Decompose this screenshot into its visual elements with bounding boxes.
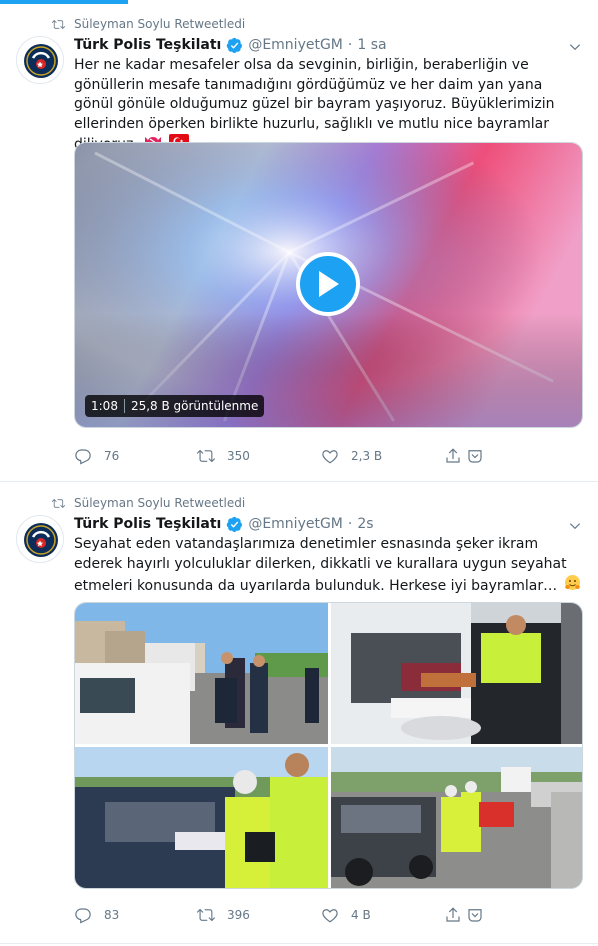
heart-icon (322, 909, 338, 923)
retweet-icon (52, 498, 65, 508)
reply-icon (75, 908, 91, 924)
tweet-timestamp[interactable]: 1 sa (357, 37, 386, 53)
police-checkpoint-photo[interactable] (75, 603, 328, 744)
retweet-button[interactable]: 396 (197, 905, 250, 925)
play-icon (319, 271, 339, 297)
retweet-icon (197, 908, 215, 922)
reply-count: 76 (104, 449, 120, 463)
like-button[interactable]: 2,3 B (321, 446, 382, 466)
tweet-text-body: Seyahat eden vatandaşlarımıza denetimler… (74, 536, 567, 594)
tweet-header: Türk Polis Teşkilatı @EmniyetGM · 1 sa (74, 35, 387, 55)
separator-dot: · (347, 37, 353, 53)
author-handle[interactable]: @EmniyetGM (248, 516, 343, 532)
officers-at-car-window-photo[interactable] (75, 747, 328, 888)
retweet-context-label: Süleyman Soylu Retweetledi (74, 496, 246, 510)
retweet-count: 396 (227, 908, 250, 922)
share-button[interactable] (444, 905, 488, 925)
chevron-down-icon[interactable] (568, 519, 582, 533)
tweet-actions: 76 350 2,3 B (74, 446, 494, 466)
tweet-header: Türk Polis Teşkilatı @EmniyetGM · 2s (74, 514, 374, 534)
retweet-icon (52, 19, 65, 29)
officer-offering-candy-photo[interactable] (331, 603, 582, 744)
reply-button[interactable]: 83 (74, 905, 119, 925)
retweet-count: 350 (227, 449, 250, 463)
heart-icon (322, 450, 338, 464)
retweet-context: Süleyman Soylu Retweetledi (52, 16, 245, 32)
like-count: 4 B (351, 908, 371, 922)
retweet-icon (197, 449, 215, 463)
avatar[interactable] (16, 36, 64, 84)
reply-count: 83 (104, 908, 120, 922)
retweet-context: Süleyman Soylu Retweetledi (52, 495, 245, 511)
author-name[interactable]: Türk Polis Teşkilatı (74, 37, 221, 53)
tweet-text: Her ne kadar mesafeler olsa da sevginin,… (74, 56, 584, 155)
separator-dot: · (347, 516, 353, 532)
chevron-down-icon[interactable] (568, 40, 582, 54)
like-button[interactable]: 4 B (321, 905, 371, 925)
share-button[interactable] (444, 446, 488, 466)
retweet-context-label: Süleyman Soylu Retweetledi (74, 17, 246, 31)
reply-icon (75, 449, 91, 465)
video-views: 25,8 B görüntülenme (130, 399, 259, 413)
photo-grid (74, 602, 583, 889)
hugging-face-emoji (564, 574, 581, 598)
tweet[interactable]: Süleyman Soylu Retweetledi Türk Polis Te… (0, 4, 598, 482)
officers-roadside-traffic-photo[interactable] (331, 747, 582, 888)
like-count: 2,3 B (351, 449, 383, 463)
reply-button[interactable]: 76 (74, 446, 119, 466)
play-button[interactable] (296, 252, 360, 316)
author-handle[interactable]: @EmniyetGM (248, 37, 343, 53)
tweet-timestamp[interactable]: 2s (357, 516, 373, 532)
verified-badge-icon (227, 37, 243, 53)
author-name[interactable]: Türk Polis Teşkilatı (74, 516, 221, 532)
share-icon[interactable] (444, 447, 462, 465)
tip-jar-icon[interactable] (466, 447, 484, 465)
verified-badge-icon (227, 516, 243, 532)
tip-jar-icon[interactable] (466, 906, 484, 924)
tweet[interactable]: Süleyman Soylu Retweetledi Türk Polis Te… (0, 483, 598, 944)
tweet-text: Seyahat eden vatandaşlarımıza denetimler… (74, 535, 584, 598)
video-info-badge: 1:08 25,8 B görüntülenme (85, 395, 265, 417)
tweet-actions: 83 396 4 B (74, 905, 494, 925)
avatar[interactable] (16, 515, 64, 563)
video-duration: 1:08 (91, 399, 118, 413)
retweet-button[interactable]: 350 (197, 446, 250, 466)
video-player[interactable]: 1:08 25,8 B görüntülenme (74, 142, 583, 428)
share-icon[interactable] (444, 906, 462, 924)
